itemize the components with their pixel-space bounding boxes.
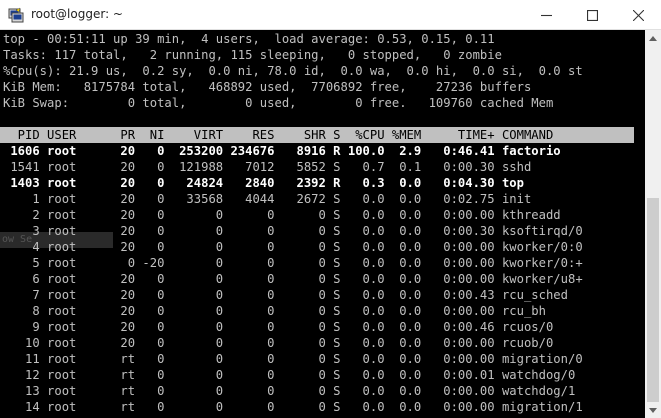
terminal-area[interactable]: top - 00:51:11 up 39 min, 4 users, load … <box>0 30 645 418</box>
vertical-scrollbar[interactable] <box>645 30 661 418</box>
process-row: 10 root 20 0 0 0 0 S 0.0 0.0 0:00.00 rcu… <box>3 336 554 350</box>
minimize-icon <box>540 14 552 16</box>
process-row: 4 root 20 0 0 0 0 S 0.0 0.0 0:00.00 kwor… <box>3 240 583 254</box>
process-row: 11 root rt 0 0 0 0 S 0.0 0.0 0:00.00 mig… <box>3 352 583 366</box>
top-swap-line: KiB Swap: 0 total, 0 used, 0 free. 10976… <box>3 96 554 110</box>
process-row: 8 root 20 0 0 0 0 S 0.0 0.0 0:00.00 rcu_… <box>3 304 546 318</box>
process-row: 1403 root 20 0 24824 2840 2392 R 0.3 0.0… <box>3 176 524 190</box>
process-row: 12 root rt 0 0 0 0 S 0.0 0.0 0:00.01 wat… <box>3 368 576 382</box>
process-row: 9 root 20 0 0 0 0 S 0.0 0.0 0:00.46 rcuo… <box>3 320 554 334</box>
process-row: 3 root 20 0 0 0 0 S 0.0 0.0 0:00.30 ksof… <box>3 224 583 238</box>
process-row: 6 root 20 0 0 0 0 S 0.0 0.0 0:00.00 kwor… <box>3 272 583 286</box>
title-bar[interactable]: root@logger: ~ <box>0 0 661 30</box>
process-row: 7 root 20 0 0 0 0 S 0.0 0.0 0:00.43 rcu_… <box>3 288 568 302</box>
top-tasks-line: Tasks: 117 total, 2 running, 115 sleepin… <box>3 48 502 62</box>
chevron-down-icon <box>649 407 657 413</box>
process-row: 1 root 20 0 33568 4044 2672 S 0.0 0.0 0:… <box>3 192 532 206</box>
scroll-down-button[interactable] <box>645 402 661 418</box>
top-cpu-line: %Cpu(s): 21.9 us, 0.2 sy, 0.0 ni, 78.0 i… <box>3 64 583 78</box>
minimize-button[interactable] <box>523 0 569 30</box>
process-row: 1541 root 20 0 121988 7012 5852 S 0.7 0.… <box>3 160 532 174</box>
process-row: 2 root 20 0 0 0 0 S 0.0 0.0 0:00.00 kthr… <box>3 208 561 222</box>
top-mem-line: KiB Mem: 8175784 total, 468892 used, 770… <box>3 80 532 94</box>
scroll-up-button[interactable] <box>645 30 661 46</box>
chevron-up-icon <box>649 35 657 41</box>
close-icon <box>632 9 644 21</box>
maximize-icon <box>586 9 598 21</box>
process-row: 5 root 0 -20 0 0 0 S 0.0 0.0 0:00.00 kwo… <box>3 256 583 270</box>
putty-icon[interactable] <box>8 7 24 23</box>
close-button[interactable] <box>615 0 661 30</box>
process-row: 14 root rt 0 0 0 0 S 0.0 0.0 0:00.00 mig… <box>3 400 583 414</box>
process-table-header: PID USER PR NI VIRT RES SHR S %CPU %MEM … <box>3 128 554 142</box>
process-row: 13 root rt 0 0 0 0 S 0.0 0.0 0:00.00 wat… <box>3 384 576 398</box>
maximize-button[interactable] <box>569 0 615 30</box>
top-uptime-line: top - 00:51:11 up 39 min, 4 users, load … <box>3 32 495 46</box>
scrollbar-thumb[interactable] <box>647 198 659 402</box>
process-row: 1606 root 20 0 253200 234676 8916 R 100.… <box>3 144 561 158</box>
window-title: root@logger: ~ <box>31 7 123 21</box>
